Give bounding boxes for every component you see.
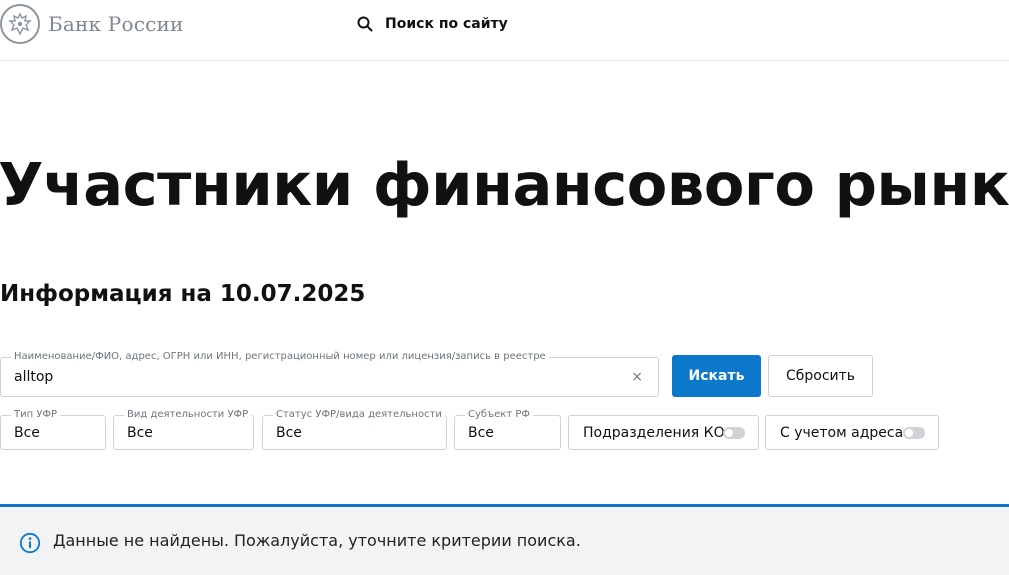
ufr-activity-value: Все xyxy=(127,424,153,441)
site-header: Банк России Поиск по сайту xyxy=(0,0,1009,61)
region-legend: Субъект РФ xyxy=(465,409,533,421)
info-date-subtitle: Информация на 10.07.2025 xyxy=(0,281,366,307)
site-search-button[interactable]: Поиск по сайту xyxy=(357,14,508,34)
ufr-type-value: Все xyxy=(14,424,40,441)
search-button[interactable]: Искать xyxy=(672,355,761,397)
region-value: Все xyxy=(468,424,494,441)
logo-text: Банк России xyxy=(48,12,184,36)
search-input[interactable]: alltop xyxy=(14,369,53,385)
no-results-message: Данные не найдены. Пожалуйста, уточните … xyxy=(0,504,1009,575)
with-address-toggle[interactable]: С учетом адреса xyxy=(765,415,939,450)
ufr-status-legend: Статус УФР/вида деятельности xyxy=(273,409,445,421)
ko-divisions-label: Подразделения КО xyxy=(583,424,725,441)
clear-icon[interactable]: × xyxy=(631,369,643,385)
bank-logo[interactable]: Банк России xyxy=(0,3,184,45)
ufr-type-legend: Тип УФР xyxy=(11,409,61,421)
reset-button[interactable]: Сбросить xyxy=(768,355,873,397)
ufr-activity-select[interactable]: Вид деятельности УФР Все xyxy=(113,409,254,450)
search-icon xyxy=(357,16,373,32)
no-results-text: Данные не найдены. Пожалуйста, уточните … xyxy=(53,531,581,550)
page: Банк России Поиск по сайту Участники фин… xyxy=(0,0,1009,575)
with-address-switch[interactable] xyxy=(903,426,925,439)
region-select[interactable]: Субъект РФ Все xyxy=(454,409,561,450)
eagle-emblem-icon xyxy=(0,4,40,44)
ufr-type-select[interactable]: Тип УФР Все xyxy=(0,409,106,450)
ufr-status-value: Все xyxy=(276,424,302,441)
ko-divisions-toggle[interactable]: Подразделения КО xyxy=(568,415,759,450)
with-address-label: С учетом адреса xyxy=(780,424,904,441)
search-field-legend: Наименование/ФИО, адрес, ОГРН или ИНН, р… xyxy=(11,351,549,363)
page-title: Участники финансового рынка xyxy=(0,150,1009,219)
ko-divisions-switch[interactable] xyxy=(723,426,745,439)
info-icon xyxy=(19,532,41,554)
ufr-status-select[interactable]: Статус УФР/вида деятельности Все xyxy=(262,409,447,450)
main-search-field[interactable]: Наименование/ФИО, адрес, ОГРН или ИНН, р… xyxy=(0,351,659,397)
site-search-label: Поиск по сайту xyxy=(385,16,508,32)
ufr-activity-legend: Вид деятельности УФР xyxy=(124,409,252,421)
